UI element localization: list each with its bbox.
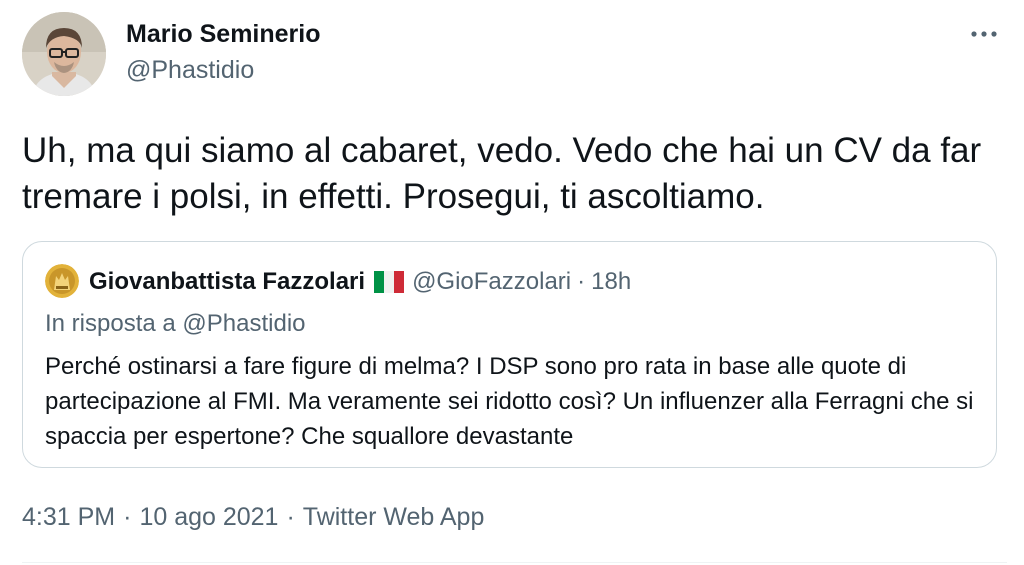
author-avatar[interactable] bbox=[22, 12, 106, 96]
divider bbox=[22, 562, 1007, 563]
more-horizontal-icon bbox=[971, 31, 997, 37]
quoted-author-name[interactable]: Giovanbattista Fazzolari bbox=[89, 268, 365, 296]
meta-separator: · bbox=[286, 503, 295, 531]
tweet: Mario Seminerio @Phastidio Uh, ma qui si… bbox=[0, 0, 1024, 565]
tweet-text: Uh, ma qui siamo al cabaret, vedo. Vedo … bbox=[22, 131, 982, 216]
quoted-tweet-text: Perché ostinarsi a fare figure di melma?… bbox=[45, 353, 974, 450]
quoted-tweet[interactable]: Giovanbattista Fazzolari @GioFazzolari ·… bbox=[22, 241, 997, 468]
quoted-reply-context: In risposta a @Phastidio bbox=[45, 310, 306, 337]
tweet-source[interactable]: Twitter Web App bbox=[303, 503, 485, 531]
tweet-meta: 4:31 PM · 10 ago 2021 · Twitter Web App bbox=[22, 503, 484, 532]
author-avatar-image bbox=[22, 12, 106, 96]
tweet-time[interactable]: 4:31 PM bbox=[22, 503, 115, 531]
quoted-tweet-time[interactable]: 18h bbox=[591, 268, 631, 296]
quoted-separator: · bbox=[577, 268, 586, 295]
quoted-tweet-header: Giovanbattista Fazzolari @GioFazzolari ·… bbox=[89, 268, 631, 296]
quoted-author-avatar-image bbox=[45, 264, 79, 298]
more-options-button[interactable] bbox=[964, 16, 1004, 52]
author-handle[interactable]: @Phastidio bbox=[126, 56, 254, 85]
author-name[interactable]: Mario Seminerio bbox=[126, 20, 321, 49]
meta-separator: · bbox=[123, 503, 132, 531]
tweet-date[interactable]: 10 ago 2021 bbox=[139, 503, 278, 531]
quoted-author-avatar[interactable] bbox=[45, 264, 79, 298]
quoted-author-handle[interactable]: @GioFazzolari bbox=[412, 268, 571, 296]
italy-flag-icon bbox=[374, 271, 405, 293]
